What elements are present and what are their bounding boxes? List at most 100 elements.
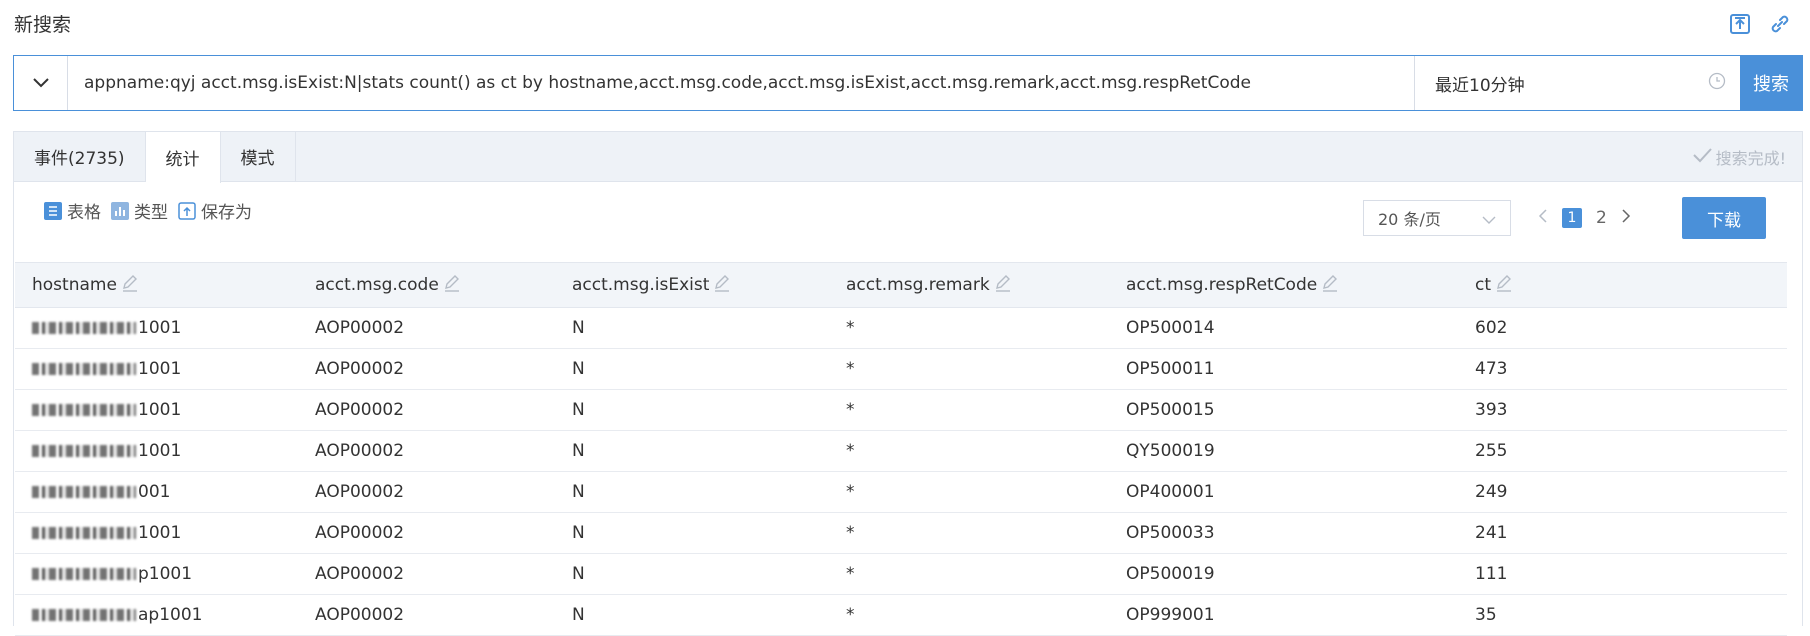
table-cell: OP500015 bbox=[1109, 389, 1458, 431]
table-cell: N bbox=[555, 553, 829, 595]
save-as-button[interactable]: 保存为 bbox=[178, 198, 252, 223]
check-icon bbox=[1692, 147, 1712, 167]
table-cell: OP400001 bbox=[1109, 471, 1458, 513]
cell-value: 111 bbox=[1475, 564, 1508, 584]
table-row[interactable]: 001 AOP00002 N * OP400001 249 bbox=[15, 471, 1787, 513]
column-header-label: hostname bbox=[32, 274, 117, 295]
table-cell: * bbox=[829, 512, 1109, 554]
cell-value: N bbox=[572, 482, 585, 502]
table-cell: * bbox=[829, 307, 1109, 349]
column-header[interactable]: hostname bbox=[15, 262, 298, 308]
chevron-down-icon[interactable] bbox=[14, 56, 68, 110]
table-cell: AOP00002 bbox=[298, 512, 555, 554]
table-row[interactable]: 1001 AOP00002 N * OP500014 602 bbox=[15, 307, 1787, 349]
table-row[interactable]: 1001 AOP00002 N * OP500015 393 bbox=[15, 389, 1787, 431]
bar-chart-icon bbox=[111, 201, 129, 220]
cell-value: OP500015 bbox=[1126, 400, 1215, 420]
time-range-picker[interactable]: 最近10分钟 bbox=[1414, 56, 1740, 110]
cell-value: p1001 bbox=[138, 564, 193, 584]
column-header[interactable]: ct bbox=[1458, 262, 1787, 308]
column-header-label: acct.msg.isExist bbox=[572, 274, 710, 295]
cell-value: 35 bbox=[1475, 605, 1497, 625]
cell-value: 241 bbox=[1475, 523, 1508, 543]
pencil-icon[interactable] bbox=[1495, 274, 1513, 297]
cell-value: 249 bbox=[1475, 482, 1508, 502]
page-size-select[interactable]: 20 条/页 bbox=[1363, 200, 1511, 236]
chevron-right-icon[interactable] bbox=[1621, 208, 1631, 229]
tab-events[interactable]: 事件(2735) bbox=[14, 132, 146, 181]
cell-value: * bbox=[846, 359, 855, 379]
table-cell: OP500019 bbox=[1109, 553, 1458, 595]
chart-type-label: 类型 bbox=[134, 203, 168, 223]
table-cell: 1001 bbox=[15, 348, 298, 390]
clock-icon bbox=[1708, 72, 1726, 95]
table-row[interactable]: 1001 AOP00002 N * QY500019 255 bbox=[15, 430, 1787, 472]
cell-value: * bbox=[846, 400, 855, 420]
column-header[interactable]: acct.msg.respRetCode bbox=[1109, 262, 1458, 308]
cell-value: * bbox=[846, 482, 855, 502]
table-cell: 255 bbox=[1458, 430, 1787, 472]
table-view-button[interactable]: 表格 bbox=[44, 198, 101, 223]
redacted-hostname bbox=[32, 445, 136, 457]
cell-value: * bbox=[846, 441, 855, 461]
table-cell: 35 bbox=[1458, 594, 1787, 636]
table-cell: AOP00002 bbox=[298, 553, 555, 595]
link-icon[interactable] bbox=[1768, 12, 1792, 36]
table-row[interactable]: 1001 AOP00002 N * OP500011 473 bbox=[15, 348, 1787, 390]
table-cell: ap1001 bbox=[15, 594, 298, 636]
cell-value: OP500014 bbox=[1126, 318, 1215, 338]
cell-value: OP999001 bbox=[1126, 605, 1215, 625]
cell-value: OP500011 bbox=[1126, 359, 1215, 379]
table-cell: N bbox=[555, 594, 829, 636]
table-cell: OP999001 bbox=[1109, 594, 1458, 636]
search-input[interactable]: appname:qyj acct.msg.isExist:N|stats cou… bbox=[68, 56, 1414, 110]
table-cell: OP500014 bbox=[1109, 307, 1458, 349]
cell-value: N bbox=[572, 441, 585, 461]
cell-value: AOP00002 bbox=[315, 605, 405, 625]
search-button[interactable]: 搜索 bbox=[1740, 56, 1802, 110]
page-2[interactable]: 2 bbox=[1596, 208, 1607, 228]
export-icon[interactable] bbox=[1728, 12, 1752, 36]
cell-value: 602 bbox=[1475, 318, 1508, 338]
column-header[interactable]: acct.msg.remark bbox=[829, 262, 1109, 308]
table-cell: OP500033 bbox=[1109, 512, 1458, 554]
chevron-left-icon[interactable] bbox=[1538, 208, 1548, 229]
cell-value: OP500033 bbox=[1126, 523, 1215, 543]
cell-value: * bbox=[846, 318, 855, 338]
page-title: 新搜索 bbox=[14, 14, 72, 36]
chevron-down-icon bbox=[1482, 209, 1496, 228]
table-cell: 1001 bbox=[15, 389, 298, 431]
cell-value: 1001 bbox=[138, 318, 182, 338]
cell-value: N bbox=[572, 523, 585, 543]
download-button[interactable]: 下载 bbox=[1682, 197, 1766, 239]
table-cell: * bbox=[829, 389, 1109, 431]
pencil-icon[interactable] bbox=[443, 274, 461, 297]
table-cell: 241 bbox=[1458, 512, 1787, 554]
save-icon bbox=[178, 201, 196, 220]
pencil-icon[interactable] bbox=[994, 274, 1012, 297]
table-cell: * bbox=[829, 471, 1109, 513]
table-cell: N bbox=[555, 430, 829, 472]
table-row[interactable]: p1001 AOP00002 N * OP500019 111 bbox=[15, 553, 1787, 595]
pencil-icon[interactable] bbox=[121, 274, 139, 297]
table-row[interactable]: ap1001 AOP00002 N * OP999001 35 bbox=[15, 594, 1787, 636]
cell-value: 393 bbox=[1475, 400, 1508, 420]
table-row[interactable]: 1001 AOP00002 N * OP500033 241 bbox=[15, 512, 1787, 554]
page-1[interactable]: 1 bbox=[1562, 208, 1582, 228]
tab-patterns[interactable]: 模式 bbox=[221, 132, 296, 181]
column-header-label: acct.msg.respRetCode bbox=[1126, 274, 1318, 295]
search-status-text: 搜索完成! bbox=[1715, 149, 1786, 168]
cell-value: * bbox=[846, 564, 855, 584]
pencil-icon[interactable] bbox=[1321, 274, 1339, 297]
tab-statistics[interactable]: 统计 bbox=[145, 132, 221, 183]
redacted-hostname bbox=[32, 568, 136, 580]
table-cell: AOP00002 bbox=[298, 430, 555, 472]
column-header[interactable]: acct.msg.isExist bbox=[555, 262, 829, 308]
table-cell: * bbox=[829, 348, 1109, 390]
pencil-icon[interactable] bbox=[713, 274, 731, 297]
redacted-hostname bbox=[32, 404, 136, 416]
cell-value: * bbox=[846, 605, 855, 625]
cell-value: ap1001 bbox=[138, 605, 203, 625]
chart-type-button[interactable]: 类型 bbox=[111, 198, 168, 223]
column-header[interactable]: acct.msg.code bbox=[298, 262, 555, 308]
